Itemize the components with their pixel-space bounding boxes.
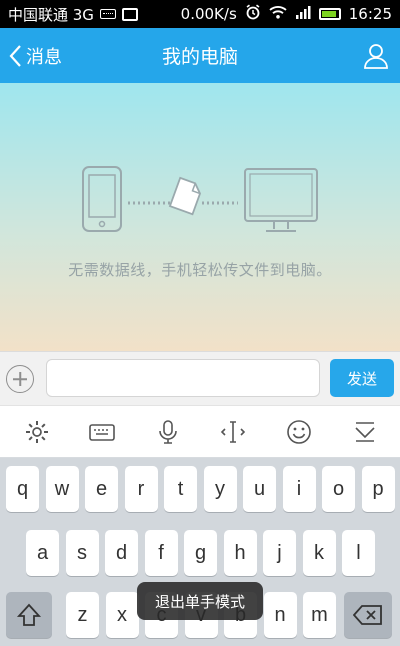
backspace-icon [353, 605, 382, 625]
transfer-hint: 无需数据线，手机轻松传文件到电脑。 [68, 261, 332, 279]
transfer-illustration [82, 166, 318, 232]
phone-icon [82, 166, 122, 232]
page-title: 我的电脑 [161, 46, 238, 68]
monitor-icon [244, 168, 318, 232]
key-s[interactable]: s [65, 530, 99, 576]
network-speed: 0.00K/s [180, 5, 237, 23]
key-x[interactable]: x [105, 592, 139, 638]
emoji-icon[interactable] [286, 419, 312, 445]
keyboard-toolbar [0, 405, 400, 458]
shift-key[interactable] [6, 592, 52, 638]
key-y[interactable]: y [203, 466, 237, 512]
key-z[interactable]: z [66, 592, 99, 638]
one-hand-mode-toast: 退出单手模式 [137, 582, 263, 620]
key-e[interactable]: e [85, 466, 118, 512]
status-bar: 中国联通 3G 0.00K/s 16:25 [0, 0, 400, 28]
cursor-icon[interactable] [220, 419, 246, 445]
key-g[interactable]: g [184, 530, 217, 576]
signal-icon [295, 5, 311, 23]
shift-icon [16, 603, 42, 626]
hide-keyboard-icon[interactable] [352, 419, 378, 445]
microphone-icon[interactable] [155, 419, 181, 445]
key-t[interactable]: t [164, 466, 197, 512]
key-h[interactable]: h [223, 530, 257, 576]
key-o[interactable]: o [322, 466, 355, 512]
file-icon [168, 176, 201, 216]
message-input[interactable] [46, 359, 320, 397]
main-panel: 无需数据线，手机轻松传文件到电脑。 [0, 83, 400, 351]
key-d[interactable]: d [105, 530, 138, 576]
title-bar: 消息 我的电脑 [0, 28, 400, 83]
key-n[interactable]: n [263, 592, 297, 638]
key-m[interactable]: m [303, 592, 336, 638]
wifi-icon [269, 5, 287, 23]
clock: 16:25 [348, 5, 392, 23]
key-q[interactable]: q [6, 466, 39, 512]
alarm-icon [245, 4, 261, 24]
key-f[interactable]: f [144, 530, 178, 576]
input-bar: 发送 [0, 351, 400, 405]
settings-icon[interactable] [24, 419, 50, 445]
key-r[interactable]: r [124, 466, 158, 512]
send-button[interactable]: 发送 [330, 359, 394, 397]
keyboard-icon [99, 9, 116, 19]
key-a[interactable]: a [26, 530, 59, 576]
key-p[interactable]: p [361, 466, 395, 512]
key-l[interactable]: l [342, 530, 375, 576]
key-u[interactable]: u [243, 466, 276, 512]
keyboard-icon[interactable] [89, 419, 115, 445]
add-icon[interactable] [6, 365, 34, 393]
image-icon [121, 7, 138, 21]
carrier-label: 中国联通 3G [8, 5, 94, 24]
key-i[interactable]: i [282, 466, 316, 512]
backspace-key[interactable] [344, 592, 392, 638]
key-j[interactable]: j [263, 530, 296, 576]
profile-icon[interactable] [362, 42, 390, 70]
battery-icon [318, 8, 341, 20]
key-k[interactable]: k [302, 530, 336, 576]
key-w[interactable]: w [45, 466, 79, 512]
